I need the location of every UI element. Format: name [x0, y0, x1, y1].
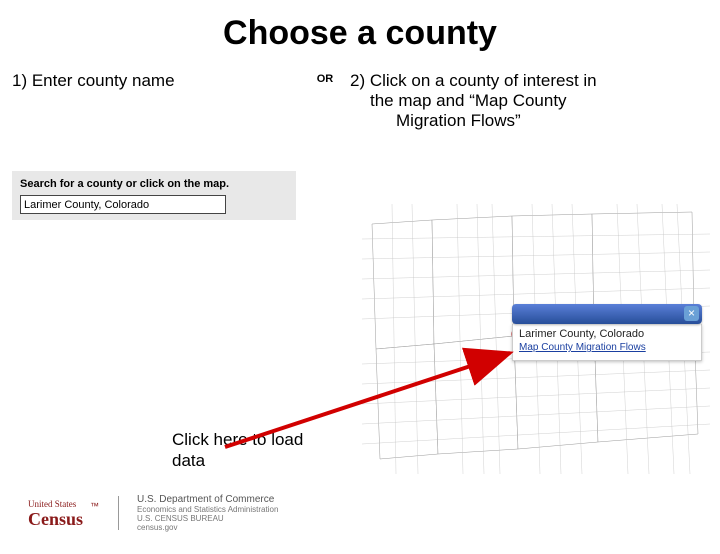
- instruction-enter: 1) Enter county name: [12, 71, 300, 91]
- instruction-click-1: 2) Click on a county of interest in: [350, 71, 698, 91]
- map-popup-close-button[interactable]: ×: [684, 306, 699, 321]
- footer-sub2: U.S. CENSUS BUREAU: [137, 514, 278, 523]
- census-footer: United States Census ™ U.S. Department o…: [28, 494, 278, 532]
- page-title: Choose a county: [0, 14, 720, 53]
- or-separator: OR: [300, 71, 350, 220]
- us-county-map[interactable]: × Larimer County, Colorado Map County Mi…: [362, 204, 710, 474]
- instruction-click-2: the map and “Map County: [370, 91, 708, 111]
- svg-text:™: ™: [90, 501, 99, 511]
- footer-site: census.gov: [137, 523, 278, 532]
- census-logo-icon: United States Census ™: [28, 495, 100, 531]
- svg-text:United States: United States: [28, 499, 77, 509]
- search-panel: Search for a county or click on the map.: [12, 171, 296, 220]
- county-search-input[interactable]: [20, 195, 226, 214]
- search-label: Search for a county or click on the map.: [20, 177, 288, 191]
- map-popup-header: ×: [512, 304, 702, 324]
- map-popup-county-name: Larimer County, Colorado: [519, 328, 695, 340]
- footer-sub1: Economics and Statistics Administration: [137, 505, 278, 514]
- map-popup: × Larimer County, Colorado Map County Mi…: [512, 304, 702, 361]
- load-data-note: Click here to load data: [172, 429, 303, 472]
- footer-dept: U.S. Department of Commerce: [137, 494, 278, 505]
- footer-divider: [118, 496, 119, 530]
- svg-text:Census: Census: [28, 509, 83, 529]
- map-popup-migration-link[interactable]: Map County Migration Flows: [519, 342, 695, 354]
- instruction-click-3: Migration Flows”: [396, 111, 708, 131]
